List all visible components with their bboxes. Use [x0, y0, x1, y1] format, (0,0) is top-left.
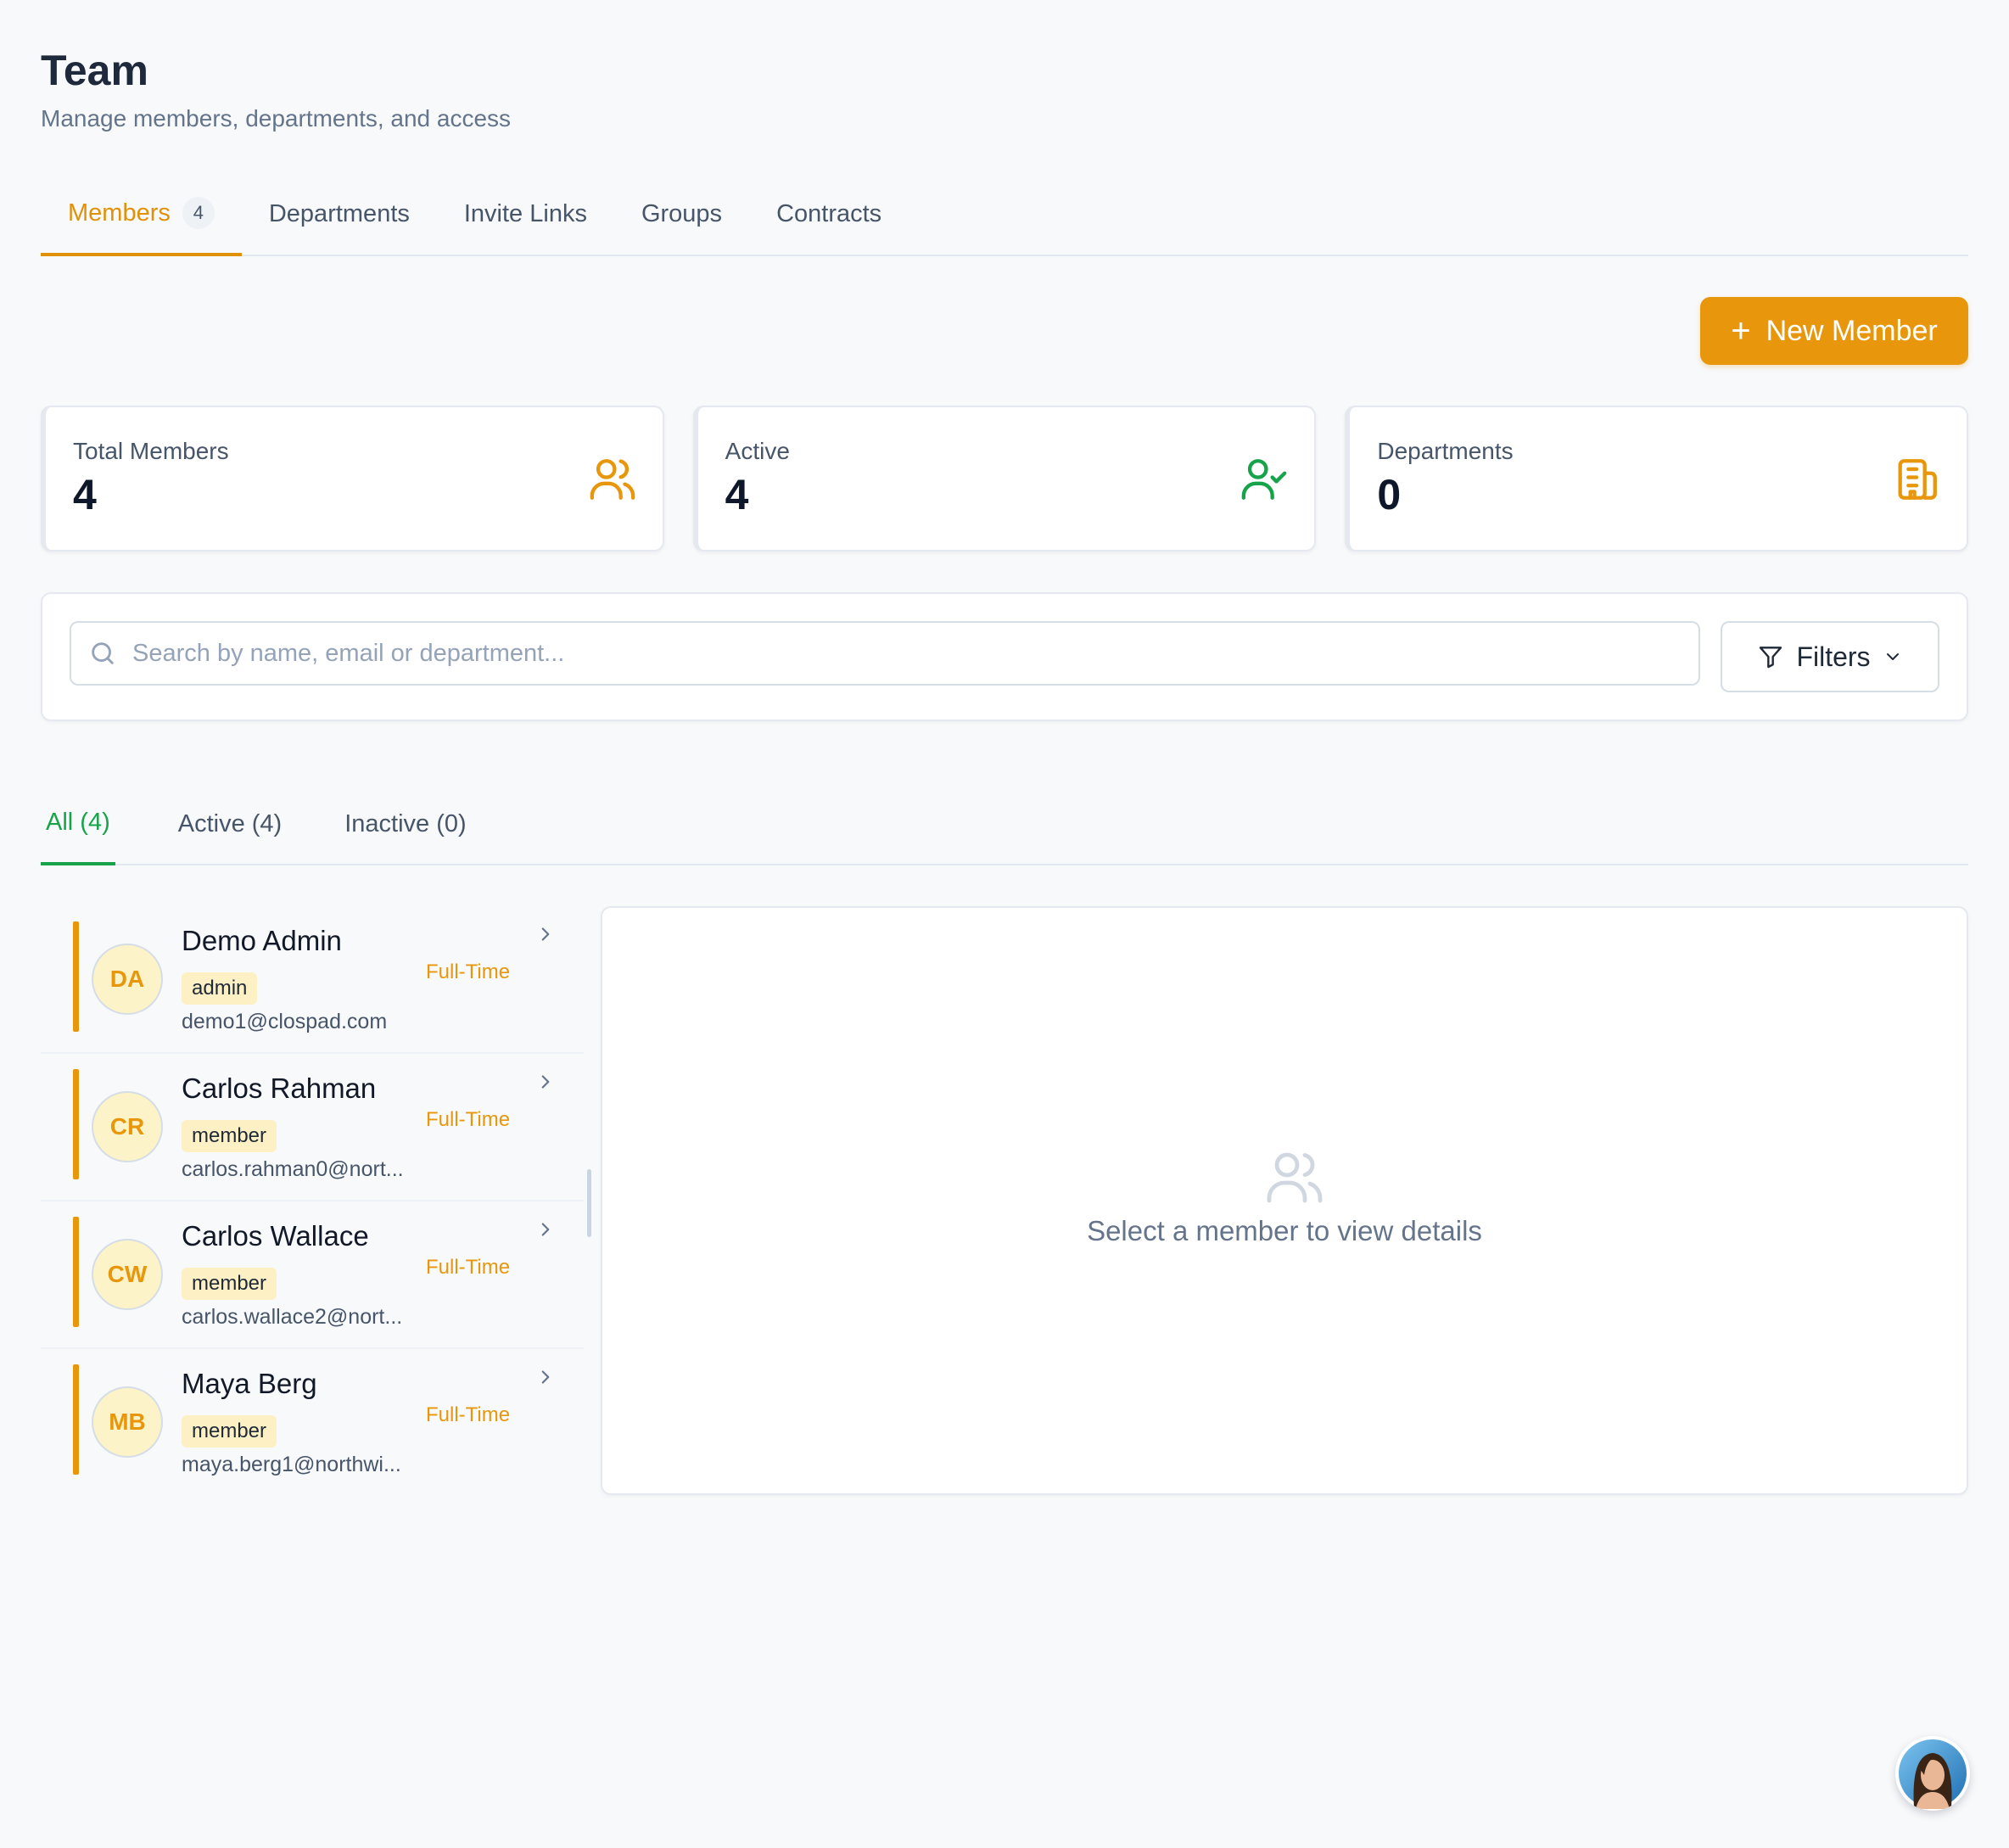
- member-list-item[interactable]: CR Carlos Rahman member carlos.rahman0@n…: [41, 1054, 584, 1201]
- member-name: Demo Admin: [182, 925, 342, 956]
- tab-contracts[interactable]: Contracts: [749, 173, 909, 255]
- main-tabs: Members 4 Departments Invite Links Group…: [41, 173, 1968, 256]
- tab-groups[interactable]: Groups: [614, 173, 749, 255]
- stat-card-total-members: Total Members 4: [41, 406, 664, 552]
- member-list-item[interactable]: DA Demo Admin admin demo1@clospad.com Fu…: [41, 906, 584, 1054]
- page-title: Team: [41, 47, 148, 94]
- stat-label: Departments: [1377, 438, 1514, 464]
- filters-label: Filters: [1796, 641, 1871, 672]
- role-badge: member: [182, 1268, 277, 1300]
- plus-icon: +: [1731, 312, 1751, 350]
- stat-value: 4: [725, 471, 749, 518]
- member-email: maya.berg1@northwi...: [182, 1453, 401, 1476]
- member-details-panel: Select a member to view details: [601, 906, 1968, 1495]
- member-list-item[interactable]: CW Carlos Wallace member carlos.wallace2…: [41, 1201, 584, 1349]
- chevron-right-icon: [541, 1075, 550, 1089]
- stat-card-active: Active 4: [692, 406, 1317, 552]
- stats-row: Total Members 4 Active 4 Departments 0: [41, 406, 1969, 552]
- search-input[interactable]: [132, 639, 1659, 668]
- members-count-badge: 4: [182, 197, 215, 229]
- role-badge: member: [182, 1120, 277, 1152]
- row-accent-bar: [73, 1364, 79, 1475]
- tab-invite-links[interactable]: Invite Links: [437, 173, 614, 255]
- avatar: CR: [92, 1091, 163, 1162]
- stat-label: Total Members: [73, 438, 229, 464]
- member-list: DA Demo Admin admin demo1@clospad.com Fu…: [41, 906, 591, 1497]
- users-icon: [1267, 1152, 1323, 1203]
- actions-row: + New Member: [41, 256, 1968, 406]
- member-email: carlos.rahman0@nort...: [182, 1157, 404, 1181]
- stat-value: 4: [73, 471, 97, 518]
- chevron-right-icon: [541, 1370, 550, 1384]
- page-header: Team Manage members, departments, and ac…: [41, 0, 1968, 132]
- employment-type: Full-Time: [426, 1403, 511, 1426]
- employment-type: Full-Time: [426, 960, 511, 983]
- avatar: CW: [92, 1239, 163, 1310]
- subtab-inactive[interactable]: Inactive (0): [344, 782, 466, 865]
- row-accent-bar: [73, 921, 79, 1032]
- search-icon: [92, 642, 114, 664]
- search-panel: Filters: [41, 592, 1968, 721]
- tab-contracts-label: Contracts: [776, 199, 882, 227]
- stat-card-departments: Departments 0: [1345, 406, 1969, 552]
- employment-type: Full-Time: [426, 1256, 511, 1279]
- employment-type: Full-Time: [426, 1108, 511, 1131]
- status-tabs: All (4) Active (4) Inactive (0): [41, 782, 1968, 865]
- tab-groups-label: Groups: [641, 199, 723, 227]
- row-accent-bar: [73, 1217, 79, 1327]
- member-list-item[interactable]: MB Maya Berg member maya.berg1@northwi..…: [41, 1349, 584, 1497]
- tab-members[interactable]: Members 4: [41, 173, 242, 256]
- tab-departments[interactable]: Departments: [242, 173, 437, 255]
- assistant-avatar[interactable]: [1895, 1736, 1970, 1811]
- tab-invite-links-label: Invite Links: [463, 199, 587, 227]
- users-icon: [590, 459, 635, 500]
- chevron-down-icon: [1886, 653, 1899, 660]
- new-member-button[interactable]: + New Member: [1700, 297, 1968, 365]
- team-page: Team Manage members, departments, and ac…: [41, 0, 1969, 1497]
- member-email: carlos.wallace2@nort...: [182, 1305, 403, 1329]
- row-accent-bar: [73, 1069, 79, 1179]
- filters-button[interactable]: Filters: [1721, 621, 1939, 692]
- member-email: demo1@clospad.com: [182, 1010, 388, 1033]
- role-badge: admin: [182, 972, 258, 1005]
- chevron-right-icon: [541, 927, 550, 941]
- subtab-active[interactable]: Active (4): [178, 782, 282, 865]
- chevron-right-icon: [541, 1223, 550, 1236]
- stat-label: Active: [725, 438, 790, 464]
- subtab-all[interactable]: All (4): [41, 782, 115, 865]
- role-badge: member: [182, 1415, 277, 1448]
- tab-departments-label: Departments: [268, 199, 410, 227]
- tab-members-label: Members: [68, 199, 171, 227]
- user-check-icon: [1242, 459, 1287, 500]
- avatar: DA: [92, 944, 163, 1015]
- assistant-portrait-icon: [1899, 1739, 1967, 1809]
- filter-icon: [1760, 647, 1782, 669]
- empty-state-text: Select a member to view details: [1087, 1215, 1482, 1246]
- new-member-label: New Member: [1766, 314, 1938, 347]
- page-subtitle: Manage members, departments, and access: [41, 105, 512, 132]
- member-name: Maya Berg: [182, 1368, 317, 1399]
- avatar: MB: [92, 1386, 163, 1458]
- search-box[interactable]: [70, 621, 1700, 686]
- list-scrollbar[interactable]: [587, 1169, 591, 1237]
- members-content: DA Demo Admin admin demo1@clospad.com Fu…: [41, 906, 1968, 1497]
- stat-value: 0: [1377, 471, 1402, 518]
- building-icon: [1898, 459, 1937, 500]
- member-name: Carlos Rahman: [182, 1072, 377, 1104]
- member-name: Carlos Wallace: [182, 1220, 369, 1252]
